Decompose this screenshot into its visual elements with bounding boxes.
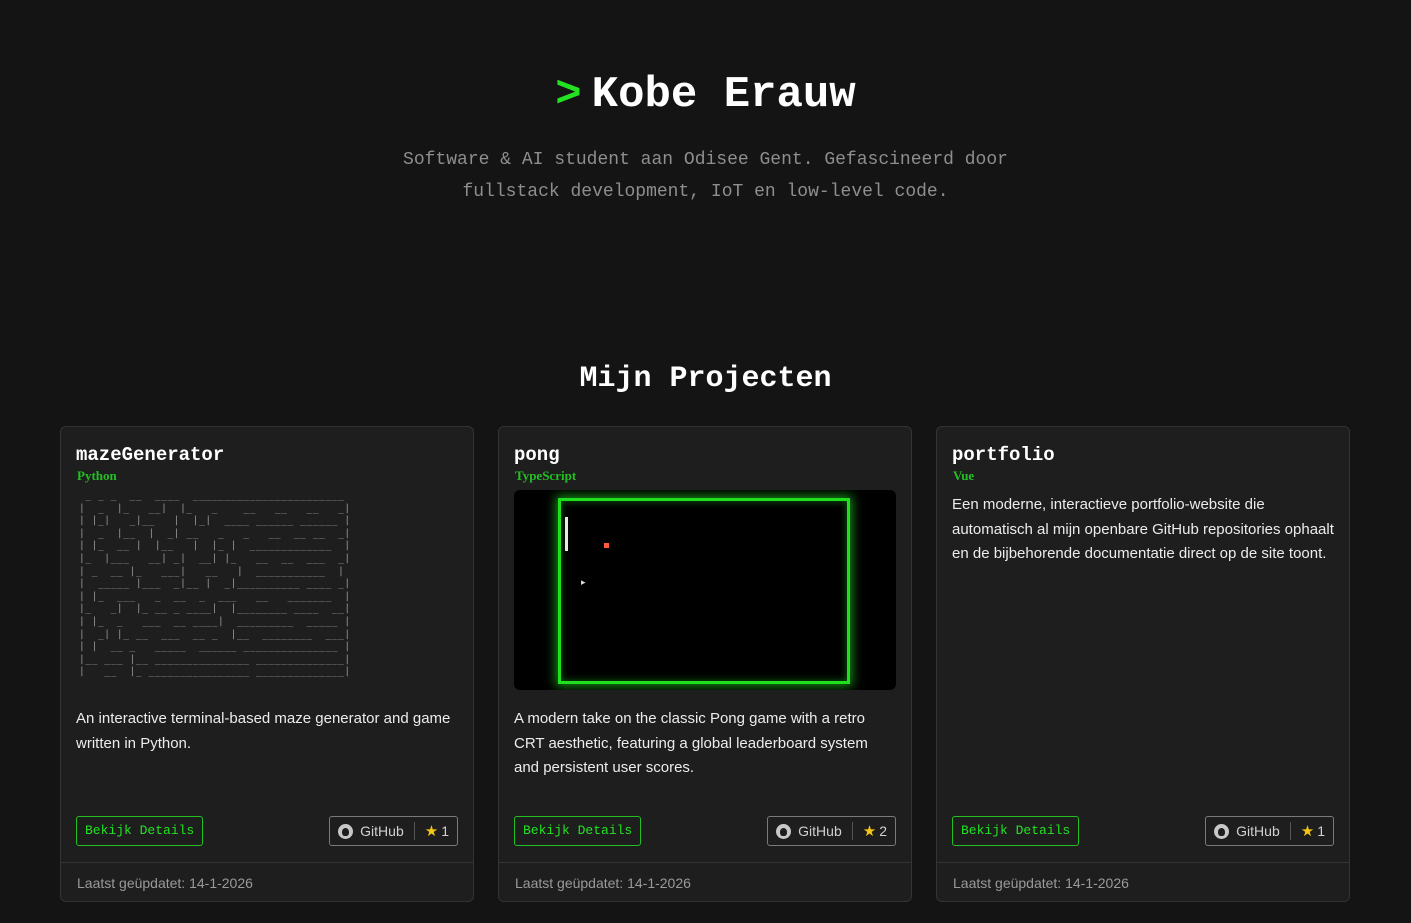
github-group: GitHub ★ 2 [767, 816, 896, 846]
github-link[interactable]: GitHub [768, 823, 852, 839]
project-grid: mazeGenerator Python _ _ _ __ ____ _____… [60, 426, 1350, 902]
pong-playfield: ▸ [558, 498, 850, 684]
pong-preview-image: ▸ [514, 490, 896, 690]
star-count: ★ 1 [415, 822, 457, 840]
maze-row: | |_ ___ _ __ _ ___ __ _______ | [79, 590, 351, 602]
github-group: GitHub ★ 1 [1205, 816, 1334, 846]
details-button[interactable]: Bekijk Details [514, 816, 642, 846]
page-title: > Kobe Erauw [0, 70, 1411, 120]
maze-row: |_ _| |_ __ _ ____| |________ ____ __| [79, 603, 351, 615]
maze-row: | _ __ |_ ___| __ | ___________ | [79, 565, 345, 577]
github-label: GitHub [798, 823, 842, 839]
maze-row: | _ |_ __| |_ _ __ __ __ _| [79, 502, 351, 514]
github-icon [338, 823, 354, 839]
last-updated: Laatst geüpdatet: 14-1-2026 [499, 862, 911, 901]
maze-row: | _ |__ | _| __ _ _ __ __ __ _| [79, 527, 351, 539]
maze-row: | __ |_ ________________ ______________| [79, 666, 351, 678]
maze-row: | _____ |___ _|__ | _|__________ ____ _| [79, 578, 351, 590]
details-button[interactable]: Bekijk Details [76, 816, 204, 846]
card-actions: Bekijk Details GitHub ★ 1 [76, 816, 458, 846]
hero: > Kobe Erauw Software & AI student aan Od… [0, 0, 1411, 208]
language-badge: Python [77, 468, 117, 483]
maze-row: | |_ _ ___ __ ____| _________ _____ | [79, 615, 351, 627]
star-icon: ★ [424, 823, 439, 840]
card-actions: Bekijk Details GitHub ★ 2 [514, 816, 896, 846]
language-badge: TypeScript [515, 468, 577, 483]
github-label: GitHub [360, 823, 404, 839]
card-actions: Bekijk Details GitHub ★ 1 [952, 816, 1334, 846]
maze-row: _ _ _ __ ____ ________________________ [79, 490, 345, 501]
project-title: pong [514, 444, 560, 466]
project-description: A modern take on the classic Pong game w… [514, 710, 868, 776]
star-icon: ★ [1300, 823, 1315, 840]
github-icon [1214, 823, 1230, 839]
project-description: An interactive terminal-based maze gener… [76, 710, 451, 752]
ball [604, 543, 609, 548]
details-button[interactable]: Bekijk Details [952, 816, 1080, 846]
maze-preview-image: _ _ _ __ ____ ________________________ | … [76, 490, 458, 690]
github-link[interactable]: GitHub [330, 823, 414, 839]
project-card-portfolio: portfolio Vue Een moderne, interactieve … [936, 426, 1350, 902]
hero-subtitle: Software & AI student aan Odisee Gent. G… [403, 150, 1008, 202]
cursor-icon: ▸ [581, 577, 586, 587]
project-card-mazegenerator: mazeGenerator Python _ _ _ __ ____ _____… [60, 426, 474, 902]
last-updated: Laatst geüpdatet: 14-1-2026 [937, 862, 1349, 901]
star-value: 2 [879, 823, 887, 839]
star-count: ★ 2 [853, 822, 895, 840]
paddle [565, 517, 568, 551]
project-description: Een moderne, interactieve portfolio-webs… [952, 496, 1334, 562]
maze-row: | _| |_ __ ___ __ _ |__ ________ ___| [79, 628, 351, 640]
project-card-pong: pong TypeScript ▸ A modern take on the c… [498, 426, 912, 902]
github-icon [776, 823, 792, 839]
star-value: 1 [1317, 823, 1325, 839]
github-link[interactable]: GitHub [1206, 823, 1290, 839]
project-title: mazeGenerator [76, 444, 225, 466]
maze-row: |__ ___ |__ _______________ ____________… [79, 653, 351, 665]
section-title: Mijn Projecten [579, 362, 832, 396]
prompt-icon: > [555, 70, 582, 120]
author-name: Kobe Erauw [591, 70, 856, 120]
github-group: GitHub ★ 1 [329, 816, 458, 846]
star-icon: ★ [862, 823, 877, 840]
maze-row: | |_| _|__ | |_| ____ ______ ______ | [79, 515, 351, 527]
star-count: ★ 1 [1291, 822, 1333, 840]
github-label: GitHub [1236, 823, 1280, 839]
maze-row: | | __ _ _____ ______ _______________ | [79, 641, 351, 653]
last-updated: Laatst geüpdatet: 14-1-2026 [61, 862, 473, 901]
maze-row: |_ |___ __| _| __| |_ __ __ ___ _| [79, 552, 351, 564]
star-value: 1 [441, 823, 449, 839]
maze-row: | |_ __ | |__ | |_ | _____________ | [79, 540, 351, 552]
language-badge: Vue [953, 468, 975, 483]
project-title: portfolio [952, 444, 1055, 466]
